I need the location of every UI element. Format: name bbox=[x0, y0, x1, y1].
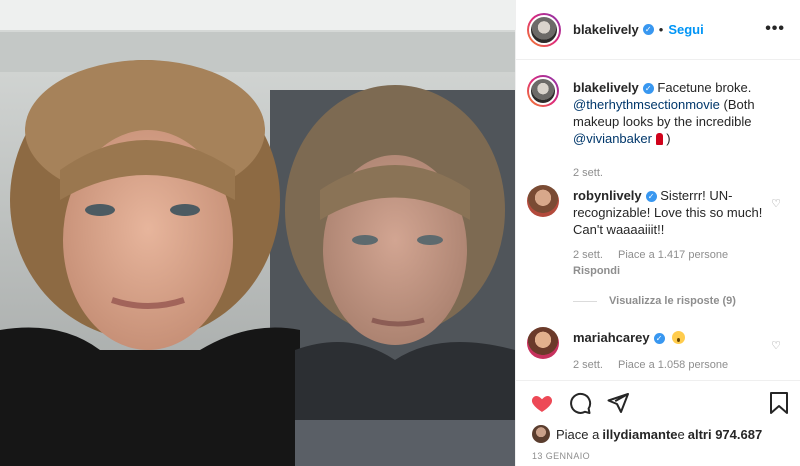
bookmark-icon[interactable] bbox=[768, 391, 790, 415]
mention-therhythmsectionmovie[interactable]: @therhythmsectionmovie bbox=[573, 97, 720, 112]
share-icon[interactable] bbox=[606, 391, 630, 415]
view-replies[interactable]: Visualizza le risposte (9) bbox=[573, 295, 736, 307]
liker-avatar[interactable] bbox=[532, 425, 550, 443]
post-photo[interactable] bbox=[0, 0, 515, 466]
comment-avatar[interactable] bbox=[527, 185, 559, 217]
liked-by: Piace a illydiamante e altri 974.687 bbox=[532, 425, 762, 443]
caption-text-1: Facetune broke. bbox=[657, 80, 752, 95]
post-side-panel: blakelively ✓ • Segui ••• blakelively ✓ F… bbox=[515, 0, 800, 466]
caption-text-3: ) bbox=[662, 131, 671, 146]
liked-by-others[interactable]: altri 974.687 bbox=[688, 427, 762, 442]
comment-meta: 2 sett. Piace a 1.058 persone bbox=[573, 359, 740, 371]
comment-username[interactable]: mariahcarey bbox=[573, 330, 650, 345]
liked-by-prefix: Piace a bbox=[556, 426, 600, 442]
comment-username[interactable]: robynlively bbox=[573, 188, 642, 203]
comment-avatar[interactable] bbox=[527, 327, 559, 359]
caption-time-text[interactable]: 2 sett. bbox=[573, 167, 603, 179]
separator-dot: • bbox=[658, 22, 664, 37]
verified-icon: ✓ bbox=[645, 191, 657, 202]
lipstick-emoji-icon bbox=[655, 133, 663, 145]
comment-time[interactable]: 2 sett. bbox=[573, 359, 603, 371]
author-username[interactable]: blakelively bbox=[573, 22, 639, 37]
heart-filled-icon[interactable] bbox=[530, 391, 554, 415]
heart-outline-icon[interactable]: ♡ bbox=[771, 197, 781, 210]
comment-likes[interactable]: Piace a 1.417 persone bbox=[618, 249, 728, 261]
comment-icon[interactable] bbox=[568, 391, 592, 415]
verified-icon: ✓ bbox=[653, 333, 665, 344]
selfie-photo bbox=[0, 0, 515, 466]
comment-meta: 2 sett. Piace a 1.417 persone bbox=[573, 249, 740, 261]
caption-avatar[interactable] bbox=[527, 75, 559, 107]
instagram-post: blakelively ✓ • Segui ••• blakelively ✓ F… bbox=[0, 0, 800, 466]
action-bar: Piace a illydiamante e altri 974.687 13 … bbox=[516, 380, 800, 466]
author-avatar[interactable] bbox=[527, 12, 561, 47]
post-date[interactable]: 13 GENNAIO bbox=[532, 451, 590, 461]
comment-time[interactable]: 2 sett. bbox=[573, 249, 603, 261]
comment-likes[interactable]: Piace a 1.058 persone bbox=[618, 359, 728, 371]
follow-button[interactable]: Segui bbox=[668, 22, 703, 37]
replies-divider bbox=[573, 300, 597, 302]
reply-button[interactable]: Rispondi bbox=[573, 265, 620, 277]
more-icon[interactable]: ••• bbox=[765, 20, 785, 38]
liked-by-user[interactable]: illydiamante bbox=[602, 427, 677, 442]
comments-list[interactable]: blakelively ✓ Facetune broke. @therhythms… bbox=[516, 61, 800, 379]
verified-icon: ✓ bbox=[642, 83, 654, 94]
comment-text: mariahcarey ✓ bbox=[573, 329, 765, 346]
view-replies-label[interactable]: Visualizza le risposte (9) bbox=[609, 295, 736, 307]
comment-text: robynlively ✓ Sisterrr! UN-recognizable! … bbox=[573, 187, 765, 238]
caption-username[interactable]: blakelively bbox=[573, 80, 639, 95]
caption-text: blakelively ✓ Facetune broke. @therhythms… bbox=[573, 79, 765, 147]
mention-vivianbaker[interactable]: @vivianbaker bbox=[573, 131, 652, 146]
surprised-emoji-icon bbox=[672, 331, 686, 344]
liked-by-middle: e bbox=[677, 426, 685, 442]
caption-time: 2 sett. bbox=[573, 167, 615, 179]
verified-icon: ✓ bbox=[642, 24, 654, 35]
post-header: blakelively ✓ • Segui ••• bbox=[516, 0, 800, 60]
heart-outline-icon[interactable]: ♡ bbox=[771, 339, 781, 352]
